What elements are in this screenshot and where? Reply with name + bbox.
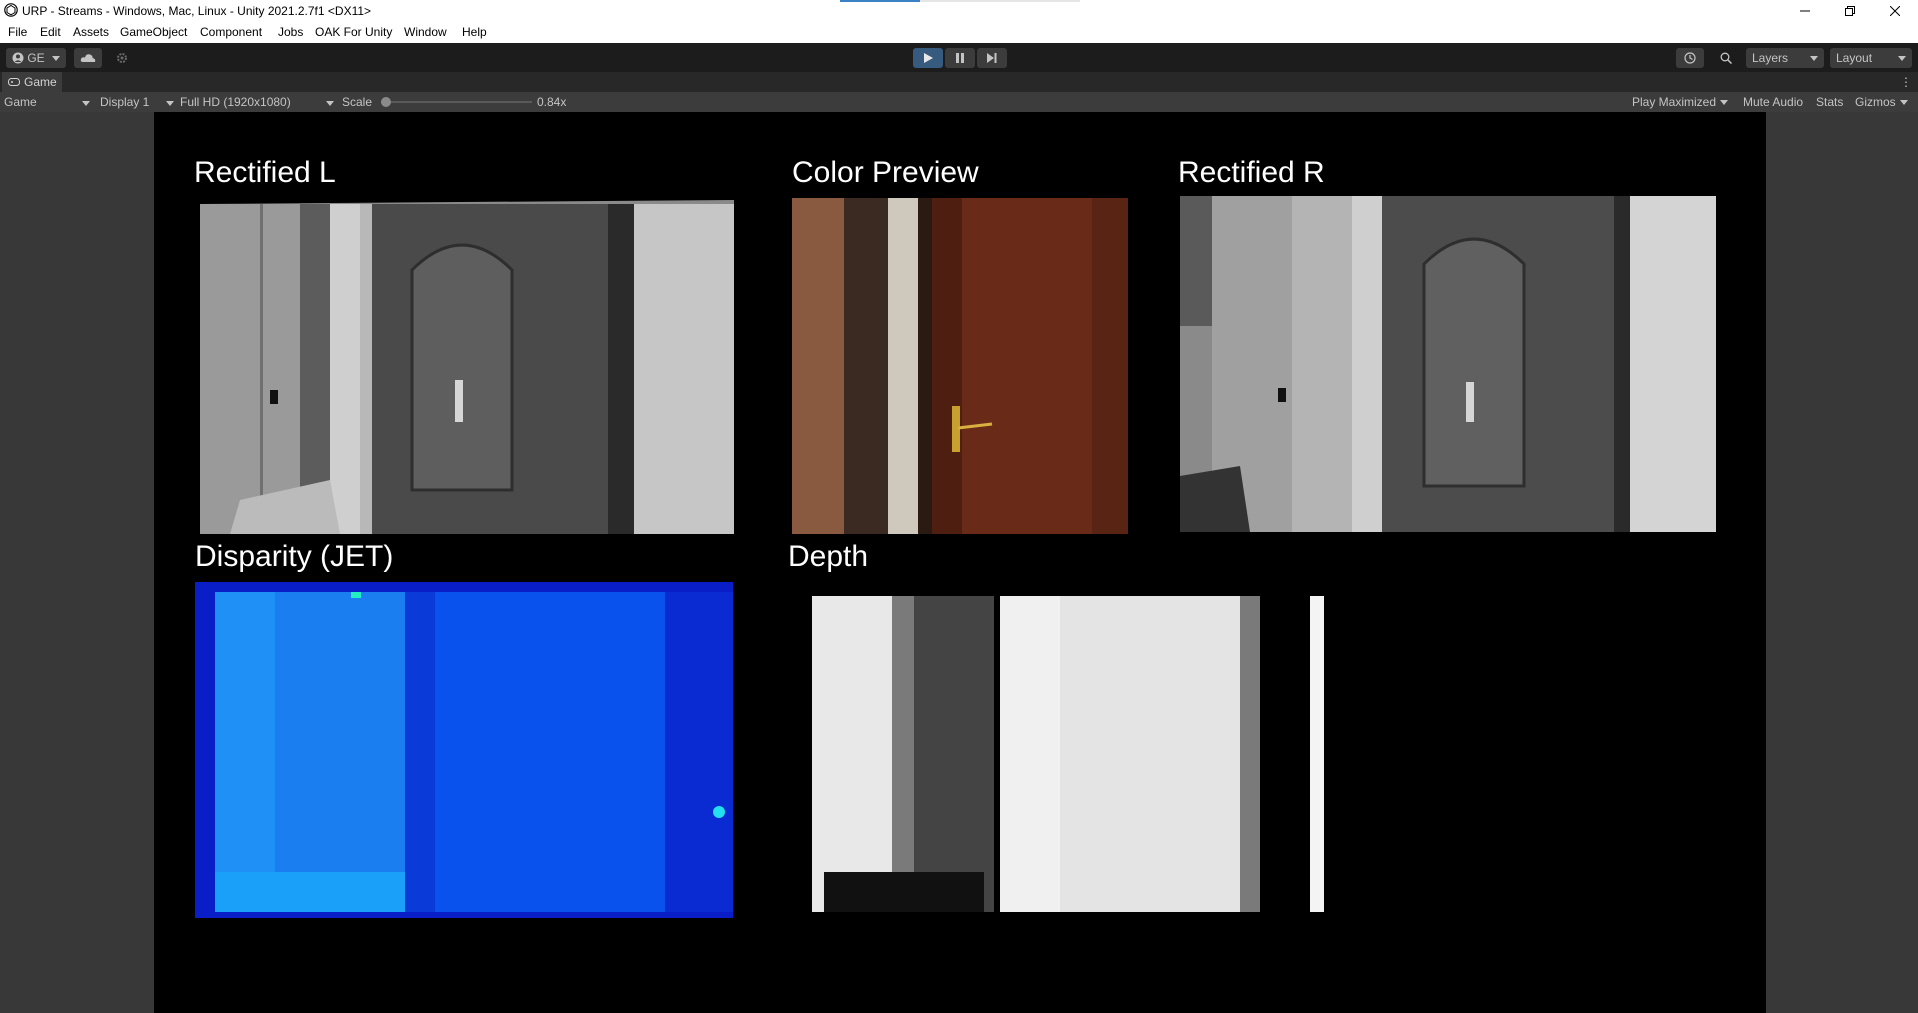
scale-slider-track[interactable] xyxy=(382,101,532,103)
cloud-button[interactable] xyxy=(74,48,102,68)
mute-audio-toggle[interactable]: Mute Audio xyxy=(1743,95,1803,109)
pause-button[interactable] xyxy=(945,48,975,68)
collab-button[interactable] xyxy=(108,48,136,68)
rectified-l-image xyxy=(200,200,734,534)
display-select[interactable]: Display 1 xyxy=(100,95,174,109)
rectified-r-title: Rectified R xyxy=(1178,156,1325,189)
layout-dropdown[interactable]: Layout xyxy=(1830,48,1912,68)
cloud-icon xyxy=(80,54,96,62)
chevron-down-icon xyxy=(52,55,60,61)
chevron-down-icon xyxy=(1898,55,1906,61)
kebab-menu-icon[interactable]: ⋮ xyxy=(1900,75,1912,89)
disparity-title: Disparity (JET) xyxy=(195,540,394,573)
gizmos-toggle[interactable]: Gizmos xyxy=(1855,95,1908,109)
resolution-select-value: Full HD (1920x1080) xyxy=(180,95,291,109)
game-tab-bar: Game ⋮ xyxy=(0,72,1918,92)
search-button[interactable] xyxy=(1712,48,1740,68)
minimize-icon xyxy=(1799,10,1810,12)
menu-oak-for-unity[interactable]: OAK For Unity xyxy=(315,25,392,39)
restore-icon xyxy=(1844,6,1855,16)
unity-logo-icon xyxy=(4,3,18,17)
chevron-down-icon xyxy=(1810,55,1818,61)
depth-title: Depth xyxy=(788,540,869,573)
history-icon xyxy=(1684,52,1696,64)
minimize-button[interactable] xyxy=(1782,0,1827,22)
history-button[interactable] xyxy=(1676,48,1704,68)
depth-image xyxy=(804,590,1334,916)
close-button[interactable] xyxy=(1872,0,1917,22)
play-maximized-toggle[interactable]: Play Maximized xyxy=(1632,95,1729,109)
menu-file[interactable]: File xyxy=(8,25,27,39)
color-preview-title: Color Preview xyxy=(792,156,979,189)
color-preview-image xyxy=(792,198,1128,534)
display-select-value: Display 1 xyxy=(100,95,150,109)
view-select-value: Game xyxy=(4,95,37,109)
main-toolbar: GE Layers Layout xyxy=(0,43,1918,72)
step-icon xyxy=(987,53,997,63)
title-bar: URP - Streams - Windows, Mac, Linux - Un… xyxy=(0,0,1918,22)
close-icon xyxy=(1889,6,1900,16)
play-maximized-label: Play Maximized xyxy=(1632,95,1717,109)
search-icon xyxy=(1720,52,1732,64)
chevron-down-icon xyxy=(326,101,334,106)
loading-progress xyxy=(840,0,920,2)
gear-icon xyxy=(117,53,127,63)
menu-bar: File Edit Assets GameObject Component Jo… xyxy=(0,22,1918,43)
window-title: URP - Streams - Windows, Mac, Linux - Un… xyxy=(22,4,372,18)
chevron-down-icon xyxy=(166,101,174,106)
layers-dropdown[interactable]: Layers xyxy=(1746,48,1824,68)
layout-label: Layout xyxy=(1836,51,1873,65)
account-icon xyxy=(12,52,24,64)
layers-label: Layers xyxy=(1752,51,1789,65)
menu-assets[interactable]: Assets xyxy=(73,25,109,39)
chevron-down-icon xyxy=(82,101,90,106)
restore-button[interactable] xyxy=(1827,0,1872,22)
play-button[interactable] xyxy=(913,48,943,68)
resolution-select[interactable]: Full HD (1920x1080) xyxy=(180,95,335,109)
scale-slider-thumb[interactable] xyxy=(381,97,391,107)
gizmos-label: Gizmos xyxy=(1855,95,1896,109)
game-viewport[interactable]: Rectified L Color Preview Rectified R Di… xyxy=(154,112,1766,1013)
menu-window[interactable]: Window xyxy=(404,25,447,39)
menu-component[interactable]: Component xyxy=(200,25,262,39)
step-button[interactable] xyxy=(977,48,1007,68)
menu-edit[interactable]: Edit xyxy=(40,25,61,39)
chevron-down-icon xyxy=(1899,100,1908,106)
play-icon xyxy=(924,53,933,63)
tab-game[interactable]: Game xyxy=(2,72,62,92)
loading-track xyxy=(920,0,1080,2)
rectified-r-image xyxy=(1180,196,1716,532)
menu-help[interactable]: Help xyxy=(462,25,487,39)
view-select[interactable]: Game xyxy=(4,95,90,109)
chevron-down-icon xyxy=(1720,100,1729,106)
account-dropdown[interactable]: GE xyxy=(6,48,66,68)
stats-toggle[interactable]: Stats xyxy=(1816,95,1843,109)
menu-jobs[interactable]: Jobs xyxy=(278,25,303,39)
menu-gameobject[interactable]: GameObject xyxy=(120,25,187,39)
pause-icon xyxy=(956,53,964,63)
scale-label: Scale xyxy=(342,95,373,109)
tab-game-label: Game xyxy=(24,75,57,89)
scale-value: 0.84x xyxy=(537,95,567,109)
disparity-image xyxy=(195,582,733,918)
account-label: GE xyxy=(27,51,45,65)
gamepad-icon xyxy=(8,78,20,86)
game-view-toolbar: Game Display 1 Full HD (1920x1080) Scale… xyxy=(0,92,1918,112)
rectified-l-title: Rectified L xyxy=(194,156,336,189)
